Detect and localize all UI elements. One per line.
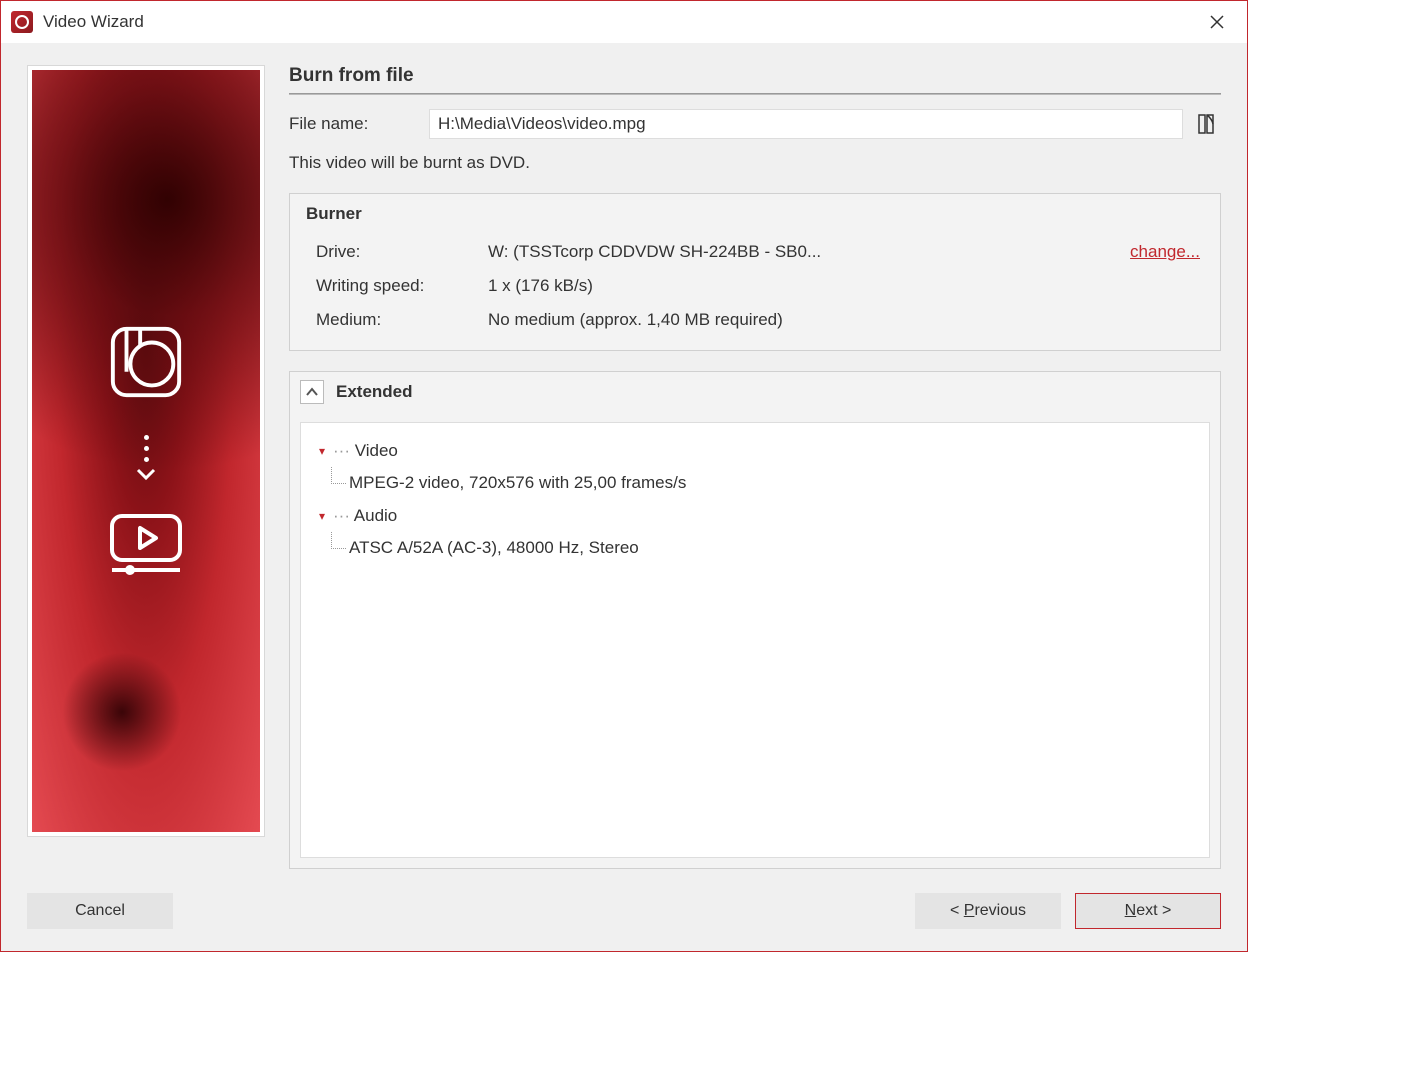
section-title: Burn from file (289, 65, 1221, 91)
extended-header: Extended (289, 371, 1221, 412)
medium-row: Medium: No medium (approx. 1,40 MB requi… (306, 310, 1204, 330)
chevron-up-icon (306, 387, 318, 397)
previous-button-label: < Previous (950, 902, 1026, 920)
footer: Cancel < Previous Next > (1, 879, 1247, 951)
audio-detail-text: ATSC A/52A (AC-3), 48000 Hz, Stereo (343, 538, 639, 557)
medium-value: No medium (approx. 1,40 MB required) (488, 310, 1204, 330)
drive-label: Drive: (316, 242, 488, 262)
cancel-button[interactable]: Cancel (27, 893, 173, 929)
caret-down-icon: ▾ (319, 440, 333, 463)
burner-panel: Burner Drive: W: (TSSTcorp CDDVDW SH-224… (289, 193, 1221, 351)
file-name-input[interactable]: H:\Media\Videos\video.mpg (429, 109, 1183, 139)
drive-value: W: (TSSTcorp CDDVDW SH-224BB - SB0... (488, 242, 1130, 262)
tree-node-video-detail[interactable]: MPEG-2 video, 720x576 with 25,00 frames/… (319, 467, 1191, 499)
burn-info-text: This video will be burnt as DVD. (289, 153, 1221, 173)
drive-row: Drive: W: (TSSTcorp CDDVDW SH-224BB - SB… (306, 242, 1204, 262)
tree-node-audio[interactable]: ▾··· Audio (319, 500, 1191, 532)
change-drive-link[interactable]: change... (1130, 242, 1204, 262)
cancel-button-label: Cancel (75, 902, 125, 920)
collapse-extended-button[interactable] (300, 380, 324, 404)
file-name-value: H:\Media\Videos\video.mpg (438, 114, 646, 134)
arrow-down-icon (136, 435, 156, 482)
browse-button[interactable] (1191, 109, 1221, 139)
previous-button[interactable]: < Previous (915, 893, 1061, 929)
main-panel: Burn from file File name: H:\Media\Video… (289, 65, 1221, 869)
video-detail-text: MPEG-2 video, 720x576 with 25,00 frames/… (343, 473, 686, 492)
caret-down-icon: ▾ (319, 505, 333, 528)
file-name-label: File name: (289, 114, 429, 134)
video-wizard-window: Video Wizard (0, 0, 1248, 952)
tree-node-video[interactable]: ▾··· Video (319, 435, 1191, 467)
tree-node-audio-detail[interactable]: ATSC A/52A (AC-3), 48000 Hz, Stereo (319, 532, 1191, 564)
writing-speed-label: Writing speed: (316, 276, 488, 296)
video-node-label: Video (355, 441, 398, 460)
disc-icon (107, 323, 185, 405)
extended-title: Extended (336, 382, 413, 402)
video-player-icon (106, 512, 186, 580)
stream-tree[interactable]: ▾··· Video MPEG-2 video, 720x576 with 25… (300, 422, 1210, 858)
wizard-sidebar-image (27, 65, 265, 837)
next-button[interactable]: Next > (1075, 893, 1221, 929)
medium-label: Medium: (316, 310, 488, 330)
app-icon (11, 11, 33, 33)
audio-node-label: Audio (354, 506, 397, 525)
open-folder-icon (1196, 113, 1216, 135)
burner-panel-title: Burner (306, 204, 1204, 224)
file-name-row: File name: H:\Media\Videos\video.mpg (289, 109, 1221, 139)
extended-body: ▾··· Video MPEG-2 video, 720x576 with 25… (289, 412, 1221, 869)
writing-speed-value: 1 x (176 kB/s) (488, 276, 1204, 296)
titlebar: Video Wizard (1, 1, 1247, 43)
content-area: Burn from file File name: H:\Media\Video… (1, 43, 1247, 879)
close-icon (1210, 15, 1224, 29)
writing-speed-row: Writing speed: 1 x (176 kB/s) (306, 276, 1204, 296)
window-title: Video Wizard (43, 12, 144, 32)
close-button[interactable] (1197, 7, 1237, 37)
next-button-label: Next > (1125, 902, 1172, 920)
